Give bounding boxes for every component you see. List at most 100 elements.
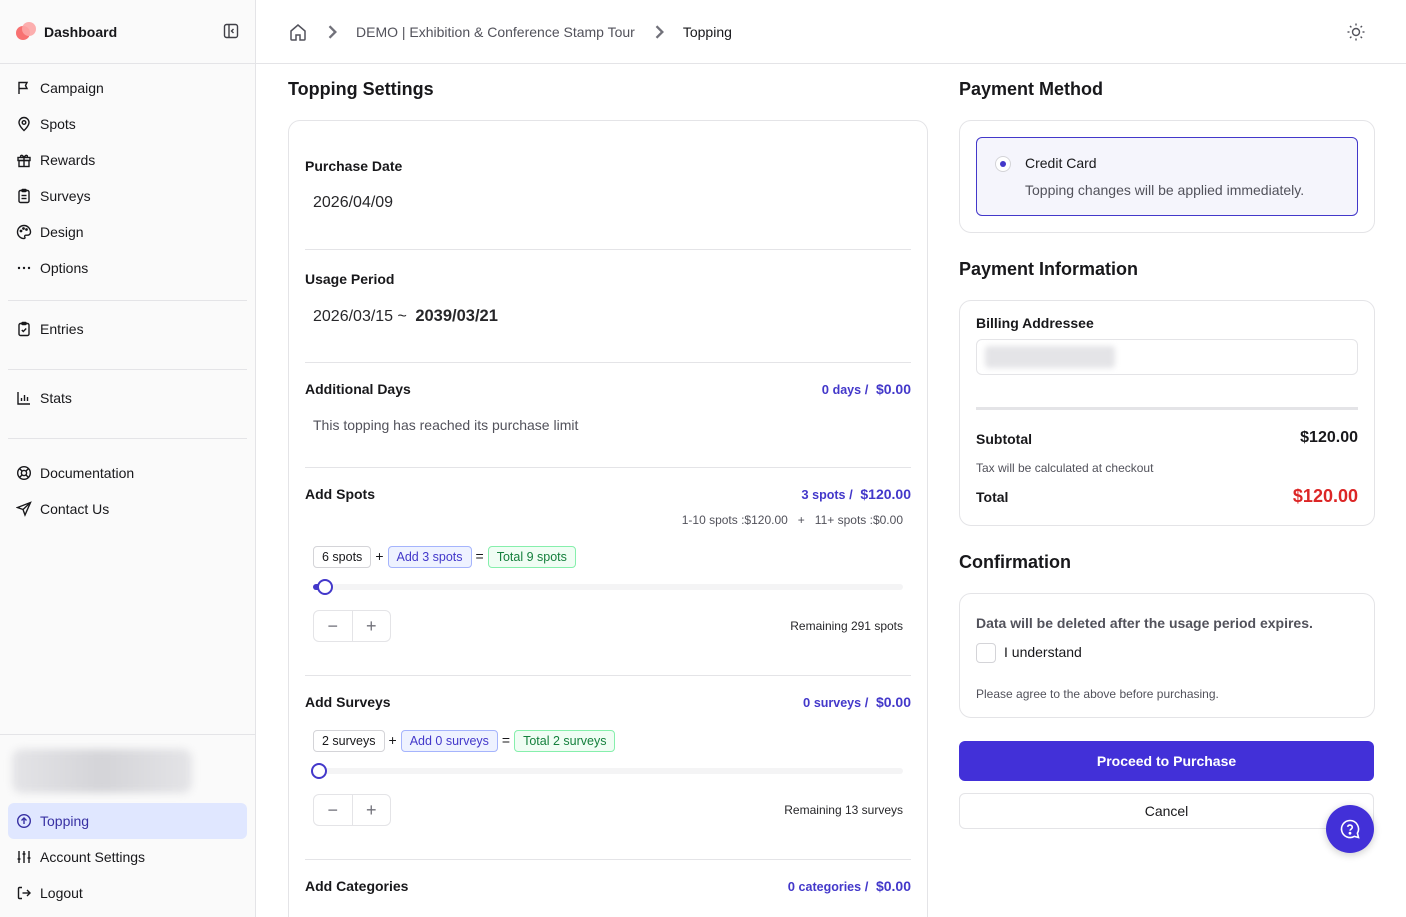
sidebar-item-options[interactable]: Options — [8, 250, 247, 286]
sidebar-item-logout[interactable]: Logout — [8, 875, 247, 911]
sidebar-item-surveys[interactable]: Surveys — [8, 178, 247, 214]
sidebar-toggle-icon[interactable] — [223, 23, 239, 39]
surveys-remaining: Remaining 13 surveys — [784, 803, 903, 817]
payment-information-card: Billing Addressee Subtotal $120.00 Tax w… — [959, 300, 1375, 526]
add-categories-section: Add Categories 0 categories / $0.00 — [305, 878, 911, 917]
sun-icon[interactable] — [1346, 22, 1366, 42]
credit-card-radio[interactable] — [995, 156, 1011, 172]
price-separator: / — [849, 487, 853, 502]
surveys-slider[interactable] — [311, 763, 903, 779]
sidebar-item-documentation[interactable]: Documentation — [8, 455, 247, 491]
understand-checkbox[interactable] — [976, 643, 996, 663]
additional-days-price: 0 days / $0.00 — [822, 381, 911, 397]
arrow-up-circle-icon — [16, 813, 32, 829]
usage-period-end: 2039/03/21 — [415, 307, 498, 325]
add-surveys-unit: surveys — [813, 696, 862, 710]
agree-note: Please agree to the above before purchas… — [976, 687, 1219, 701]
divider — [305, 675, 911, 676]
add-spots-unit: spots — [812, 488, 846, 502]
help-nav: Documentation Contact Us — [0, 447, 255, 533]
add-categories-unit: categories — [798, 880, 862, 894]
logout-icon — [17, 886, 31, 900]
price-separator: / — [864, 382, 869, 397]
additional-days-amount: $0.00 — [875, 381, 911, 397]
chevron-right-icon — [328, 24, 337, 39]
help-chat-button[interactable] — [1326, 805, 1374, 853]
additional-days-note: This topping has reached its purchase li… — [313, 417, 579, 433]
sidebar-item-topping[interactable]: Topping — [8, 803, 247, 839]
add-surveys-section: Add Surveys 0 surveys / $0.00 2 surveys +… — [305, 694, 911, 854]
breadcrumb-campaign[interactable]: DEMO | Exhibition & Conference Stamp Tou… — [356, 24, 635, 40]
increment-button[interactable]: + — [351, 795, 391, 825]
additional-days-unit: days — [832, 383, 862, 397]
subtotal-label: Subtotal — [976, 431, 1032, 447]
usage-period-start: 2026/03/15 ~ — [313, 308, 407, 325]
cancel-button[interactable]: Cancel — [959, 793, 1374, 829]
usage-period-value: 2026/03/15 ~ 2039/03/21 — [313, 307, 911, 326]
decrement-button[interactable]: − — [314, 795, 352, 825]
sidebar-item-account-settings[interactable]: Account Settings — [8, 839, 247, 875]
proceed-to-purchase-button[interactable]: Proceed to Purchase — [959, 741, 1374, 781]
tax-note: Tax will be calculated at checkout — [976, 461, 1154, 475]
divider — [305, 362, 911, 363]
credit-card-description: Topping changes will be applied immediat… — [1025, 182, 1305, 198]
surveys-slider-thumb[interactable] — [311, 763, 327, 779]
confirmation-title: Confirmation — [959, 552, 1071, 572]
purchase-date-value: 2026/04/09 — [313, 194, 394, 211]
billing-addressee-input[interactable] — [976, 339, 1358, 375]
user-profile[interactable] — [12, 749, 192, 793]
total-spots-pill: Total 9 spots — [487, 546, 576, 568]
add-categories-amount: $0.00 — [875, 878, 911, 894]
sidebar-item-label: Topping — [40, 813, 90, 829]
plus-sign: + — [388, 732, 397, 748]
deletion-warning: Data will be deleted after the usage per… — [976, 615, 1313, 631]
sidebar-item-campaign[interactable]: Campaign — [8, 70, 247, 106]
usage-period-label: Usage Period — [305, 271, 395, 287]
topping-settings-card: Purchase Date 2026/04/09 Usage Period 20… — [288, 120, 928, 917]
understand-label[interactable]: I understand — [1004, 644, 1082, 660]
home-icon[interactable] — [288, 22, 308, 42]
spots-price-tiers: 1-10 spots :$120.00 + 11+ spots :$0.00 — [681, 513, 903, 527]
divider — [8, 438, 247, 439]
increment-button[interactable]: + — [351, 611, 391, 641]
sidebar-footer: Topping Account Settings Logout — [0, 734, 255, 917]
add-spots-price: 3 spots / $120.00 — [801, 486, 911, 502]
spots-slider-thumb[interactable] — [316, 579, 333, 595]
total-value: $120.00 — [1292, 486, 1358, 506]
purchase-date-label: Purchase Date — [305, 158, 403, 174]
total-label: Total — [976, 489, 1009, 505]
sidebar-item-stats[interactable]: Stats — [8, 380, 247, 416]
top-bar: DEMO | Exhibition & Conference Stamp Tou… — [256, 0, 1406, 64]
spots-slider[interactable] — [313, 579, 903, 595]
confirmation-card: Data will be deleted after the usage per… — [959, 593, 1375, 718]
sidebar-item-entries[interactable]: Entries — [8, 311, 247, 347]
add-categories-qty: 0 — [787, 879, 795, 894]
billing-addressee-label: Billing Addressee — [976, 315, 1094, 331]
stats-nav: Stats — [0, 378, 255, 418]
sidebar-item-contact[interactable]: Contact Us — [8, 491, 247, 527]
credit-card-option[interactable]: Credit Card Topping changes will be appl… — [976, 137, 1358, 216]
topping-settings-title: Topping Settings — [288, 79, 434, 99]
clipboard-check-icon — [18, 321, 30, 337]
sidebar-item-spots[interactable]: Spots — [8, 106, 247, 142]
price-separator: / — [864, 695, 869, 710]
sidebar-item-label: Design — [40, 224, 84, 240]
bar-chart-icon — [17, 392, 30, 405]
sidebar-item-rewards[interactable]: Rewards — [8, 142, 247, 178]
divider — [305, 859, 911, 860]
sidebar-item-design[interactable]: Design — [8, 214, 247, 250]
add-surveys-price: 0 surveys / $0.00 — [803, 694, 911, 710]
map-pin-icon — [18, 116, 30, 132]
payment-information-title: Payment Information — [959, 259, 1139, 279]
add-surveys-amount: $0.00 — [875, 694, 911, 710]
decrement-button[interactable]: − — [314, 611, 352, 641]
add-spots-pill: Add 3 spots — [387, 546, 472, 568]
current-surveys-pill: 2 surveys — [313, 730, 385, 752]
equals-sign: = — [475, 548, 484, 564]
add-surveys-pill: Add 0 surveys — [400, 730, 498, 752]
add-spots-qty: 3 — [801, 487, 809, 502]
additional-days-label: Additional Days — [305, 381, 411, 397]
sidebar: Dashboard Campaign Spots Rewards Surveys… — [0, 0, 256, 917]
spots-equation: 6 spots + Add 3 spots = Total 9 spots — [313, 546, 576, 568]
credit-card-label: Credit Card — [1025, 155, 1097, 171]
